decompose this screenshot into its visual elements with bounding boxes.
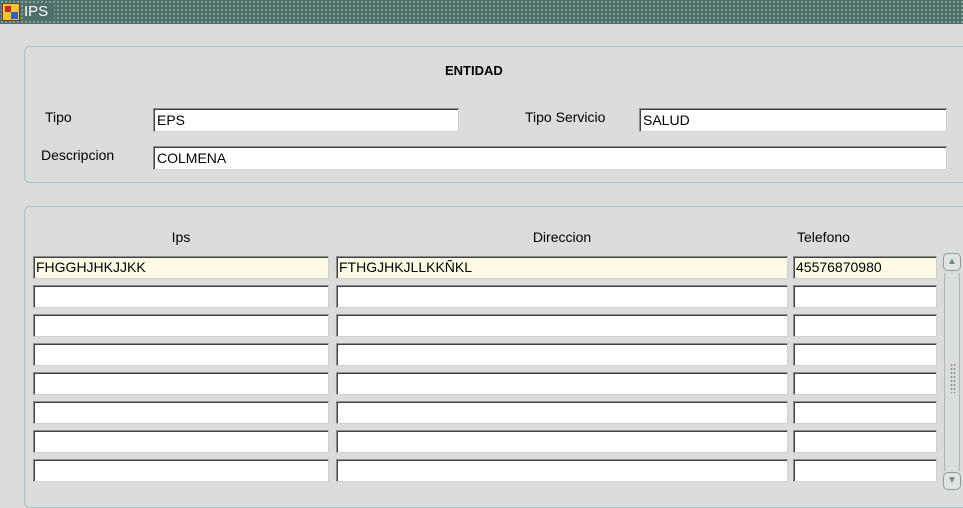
telefono-cell[interactable] xyxy=(793,285,937,308)
tipo-field[interactable]: EPS xyxy=(153,108,459,132)
window-title-bar[interactable]: IPS xyxy=(0,0,963,24)
direccion-cell[interactable]: FTHGJHKJLLKKÑKL xyxy=(336,256,788,279)
window-title: IPS xyxy=(24,3,55,21)
scrollbar-track[interactable] xyxy=(944,273,960,471)
descripcion-field[interactable]: COLMENA xyxy=(153,146,947,170)
ips-cell[interactable] xyxy=(33,372,329,395)
column-header-telefono: Telefono xyxy=(797,229,850,245)
telefono-cell[interactable]: 45576870980 xyxy=(793,256,937,279)
ips-cell[interactable] xyxy=(33,401,329,424)
direccion-cell[interactable] xyxy=(336,401,788,424)
app-icon xyxy=(2,3,20,21)
direccion-cell[interactable] xyxy=(336,285,788,308)
telefono-cell[interactable] xyxy=(793,430,937,453)
telefono-cell[interactable] xyxy=(793,459,937,482)
ips-cell[interactable]: FHGGHJHKJJKK xyxy=(33,256,329,279)
column-header-ips: Ips xyxy=(171,229,191,245)
column-header-direccion: Direccion xyxy=(532,229,592,245)
tipo-servicio-field[interactable]: SALUD xyxy=(639,108,947,132)
telefono-cell[interactable] xyxy=(793,343,937,366)
chevron-down-icon[interactable]: ▼ xyxy=(943,472,961,490)
scrollbar-grip[interactable] xyxy=(950,363,956,393)
tipo-servicio-label: Tipo Servicio xyxy=(525,109,606,125)
telefono-cell[interactable] xyxy=(793,314,937,337)
tipo-label: Tipo xyxy=(45,109,72,125)
ips-cell[interactable] xyxy=(33,459,329,482)
ips-cell[interactable] xyxy=(33,430,329,453)
vertical-scrollbar[interactable]: ▲ ▼ xyxy=(943,253,961,490)
chevron-up-icon[interactable]: ▲ xyxy=(943,253,961,271)
direccion-cell[interactable] xyxy=(336,343,788,366)
ips-cell[interactable] xyxy=(33,343,329,366)
ips-cell[interactable] xyxy=(33,285,329,308)
telefono-cell[interactable] xyxy=(793,401,937,424)
telefono-cell[interactable] xyxy=(793,372,937,395)
descripcion-label: Descripcion xyxy=(41,147,115,163)
direccion-cell[interactable] xyxy=(336,314,788,337)
entidad-heading: ENTIDAD xyxy=(445,63,503,78)
ips-cell[interactable] xyxy=(33,314,329,337)
direccion-cell[interactable] xyxy=(336,430,788,453)
direccion-cell[interactable] xyxy=(336,372,788,395)
direccion-cell[interactable] xyxy=(336,459,788,482)
entidad-panel: ENTIDAD Tipo EPS Tipo Servicio SALUD Des… xyxy=(24,46,963,183)
